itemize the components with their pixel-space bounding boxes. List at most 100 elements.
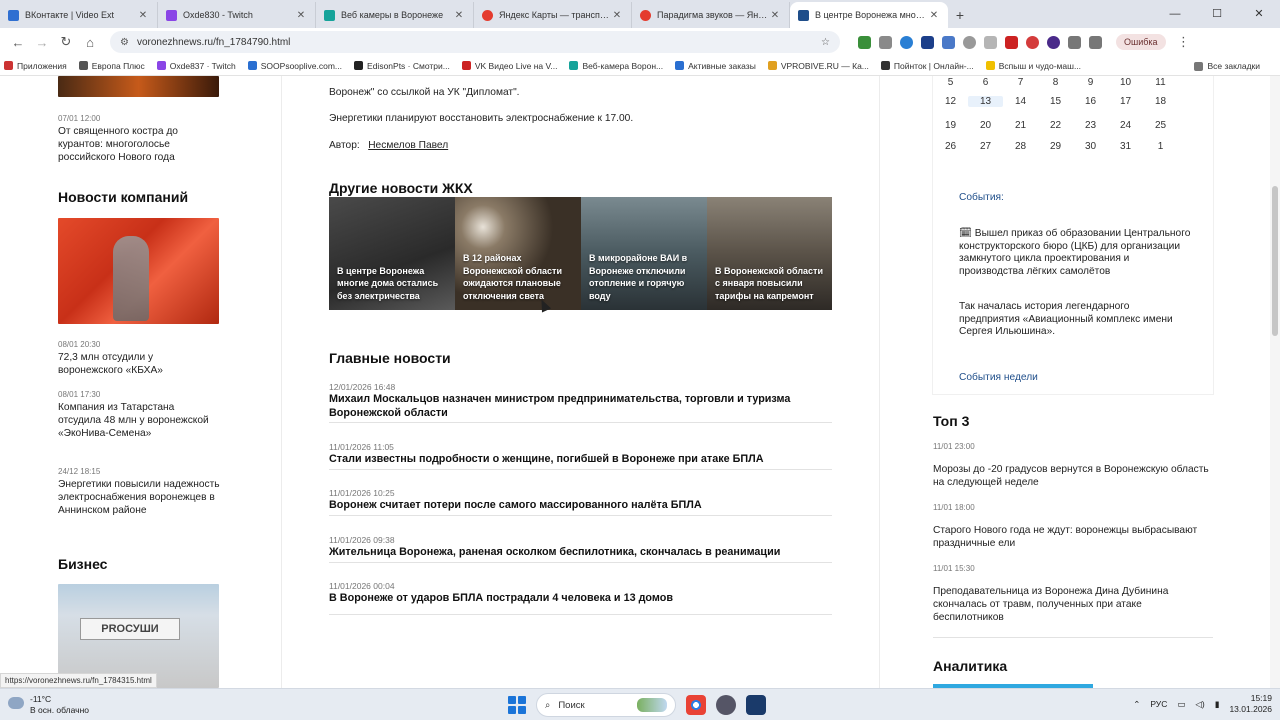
tab-yandex-music[interactable]: Парадигма звуков — Яндекс М✕ [632, 2, 790, 28]
calendar-day[interactable]: 15 [1038, 96, 1073, 107]
bookmark-apps[interactable]: Приложения [4, 61, 67, 71]
extension-icon[interactable] [1047, 35, 1060, 49]
news-link[interactable]: Стали известны подробности о женщине, по… [329, 452, 832, 466]
puzzle-icon[interactable] [1068, 35, 1081, 49]
calendar-day[interactable]: 17 [1108, 96, 1143, 107]
events-week-link[interactable]: События недели [959, 372, 1038, 383]
obs-icon[interactable] [716, 695, 736, 715]
news-link[interactable]: Жительница Воронежа, раненая осколком бе… [329, 545, 832, 559]
extension-icon[interactable] [879, 35, 892, 49]
bookmark-item[interactable]: VPROBIVE.RU — Ка... [767, 61, 869, 71]
forward-icon[interactable]: → [30, 35, 54, 50]
steam-icon[interactable] [746, 695, 766, 715]
translate-icon[interactable] [942, 35, 955, 49]
calendar-day[interactable]: 26 [933, 141, 968, 152]
chevron-up-icon[interactable]: ⌃ [1133, 699, 1140, 710]
company-news-image[interactable] [58, 218, 219, 324]
bookmark-item[interactable]: SOOPsooplive.com... [247, 61, 342, 71]
extension-icon[interactable] [963, 35, 976, 49]
bookmark-item[interactable]: VK Видео Live на V... [461, 61, 557, 71]
tab-twitch[interactable]: Oxde830 - Twitch ✕ [158, 2, 316, 28]
calendar-day[interactable]: 29 [1038, 141, 1073, 152]
tab-voronezhnews[interactable]: В центре Воронежа многие д ✕ [790, 2, 948, 28]
calendar-day[interactable]: 10 [1108, 77, 1143, 88]
calendar-day[interactable]: 20 [968, 120, 1003, 131]
close-icon[interactable]: ✕ [295, 10, 307, 21]
bookmark-star-icon[interactable]: ☆ [821, 37, 830, 48]
calendar-day[interactable]: 25 [1143, 120, 1178, 131]
scrollbar-thumb[interactable] [1272, 186, 1278, 336]
calendar-day[interactable]: 8 [1038, 77, 1073, 88]
extension-icon[interactable] [984, 35, 997, 49]
calendar-day[interactable]: 31 [1108, 141, 1143, 152]
close-icon[interactable]: ✕ [453, 10, 465, 21]
new-tab-button[interactable]: + [948, 2, 972, 28]
tab-webcams[interactable]: Веб камеры в Воронеже ✕ [316, 2, 474, 28]
close-icon[interactable]: ✕ [137, 10, 149, 21]
news-link[interactable]: От священного костра до курантов: многог… [58, 125, 220, 164]
volume-icon[interactable]: ◁) [1195, 699, 1204, 710]
calendar-day[interactable]: 14 [1003, 96, 1038, 107]
calendar-day[interactable]: 28 [1003, 141, 1038, 152]
reload-icon[interactable]: ↻ [54, 34, 78, 50]
battery-icon[interactable]: ▮ [1215, 699, 1220, 710]
news-card[interactable]: В 12 районах Воронежской области ожидают… [455, 197, 581, 310]
close-icon[interactable]: ✕ [769, 10, 781, 21]
language-indicator[interactable]: РУС [1150, 699, 1167, 709]
bookmark-item[interactable]: Oxde837 · Twitch [156, 61, 236, 71]
calendar-day[interactable]: 9 [1073, 77, 1108, 88]
scrollbar[interactable] [1270, 76, 1280, 688]
windows-start-icon[interactable] [508, 696, 526, 714]
calendar-day[interactable]: 27 [968, 141, 1003, 152]
extension-icon[interactable] [900, 35, 913, 49]
calendar-day[interactable]: 18 [1143, 96, 1178, 107]
bookmark-item[interactable]: Европа Плюс [78, 61, 145, 71]
close-icon[interactable]: ✕ [928, 10, 940, 21]
calendar-day[interactable]: 6 [968, 77, 1003, 88]
taskbar-search[interactable]: ⌕ Поиск [536, 693, 676, 717]
close-window-icon[interactable]: ✕ [1238, 0, 1280, 28]
news-link[interactable]: Преподавательница из Воронежа Дина Дубин… [933, 585, 1203, 624]
bookmark-item[interactable]: EdisonPts · Смотри... [354, 61, 450, 71]
news-link[interactable]: Морозы до -20 градусов вернутся в Вороне… [933, 463, 1213, 489]
zhkh-heading[interactable]: Другие новости ЖКХ [329, 180, 473, 196]
news-link[interactable]: Старого Нового года не ждут: воронежцы в… [933, 524, 1213, 550]
news-link[interactable]: Михаил Москальцов назначен министром пре… [329, 392, 832, 420]
extension-icon[interactable] [1026, 35, 1039, 49]
calendar-day[interactable]: 24 [1108, 120, 1143, 131]
news-card[interactable]: В микрорайоне ВАИ в Воронеже отключили о… [581, 197, 707, 310]
tab-vk[interactable]: ВКонтакте | Video Ext ✕ [0, 2, 158, 28]
minimize-icon[interactable]: — [1154, 0, 1196, 28]
news-image[interactable] [58, 76, 219, 97]
news-link[interactable]: Энергетики повысили надежность электросн… [58, 478, 220, 517]
calendar-day[interactable]: 16 [1073, 96, 1108, 107]
calendar-day[interactable]: 12 [933, 96, 968, 107]
section-heading[interactable]: Новости компаний [58, 189, 188, 205]
calendar-day-today[interactable]: 13 [968, 96, 1003, 107]
news-link[interactable]: 72,3 млн отсудили у воронежского «КБХА» [58, 351, 220, 377]
site-info-icon[interactable]: ⚙ [120, 37, 129, 48]
bookmark-item[interactable]: Активные заказы [675, 61, 756, 71]
home-icon[interactable]: ⌂ [78, 35, 102, 50]
calendar-day[interactable]: 1 [1143, 141, 1178, 152]
news-link[interactable]: Компания из Татарстана отсудила 48 млн у… [58, 401, 220, 440]
tab-yandex-maps[interactable]: Яндекс Карты — транспорт, н ✕ [474, 2, 632, 28]
extension-icon[interactable] [858, 35, 871, 49]
calendar-day[interactable]: 30 [1073, 141, 1108, 152]
news-link[interactable]: Воронеж считает потери после самого масс… [329, 498, 832, 512]
weather-widget[interactable]: -11°C В осн. облачно [8, 694, 89, 716]
profile-error-button[interactable]: Ошибка [1116, 34, 1166, 50]
maximize-icon[interactable]: ☐ [1196, 0, 1238, 28]
news-card[interactable]: В центре Воронежа многие дома остались б… [329, 197, 455, 310]
all-bookmarks[interactable]: Все закладки [1194, 56, 1260, 76]
back-icon[interactable]: ← [6, 35, 30, 50]
calendar-day[interactable]: 22 [1038, 120, 1073, 131]
chrome-icon[interactable] [686, 695, 706, 715]
pdf-icon[interactable] [1005, 35, 1018, 49]
author-link[interactable]: Несмелов Павел [368, 140, 448, 151]
section-heading[interactable]: Бизнес [58, 556, 107, 572]
top3-heading[interactable]: Топ 3 [933, 413, 969, 429]
bookmark-item[interactable]: Веб-камера Ворон... [569, 61, 663, 71]
download-icon[interactable] [1089, 35, 1102, 49]
calendar-day[interactable]: 11 [1143, 77, 1178, 88]
